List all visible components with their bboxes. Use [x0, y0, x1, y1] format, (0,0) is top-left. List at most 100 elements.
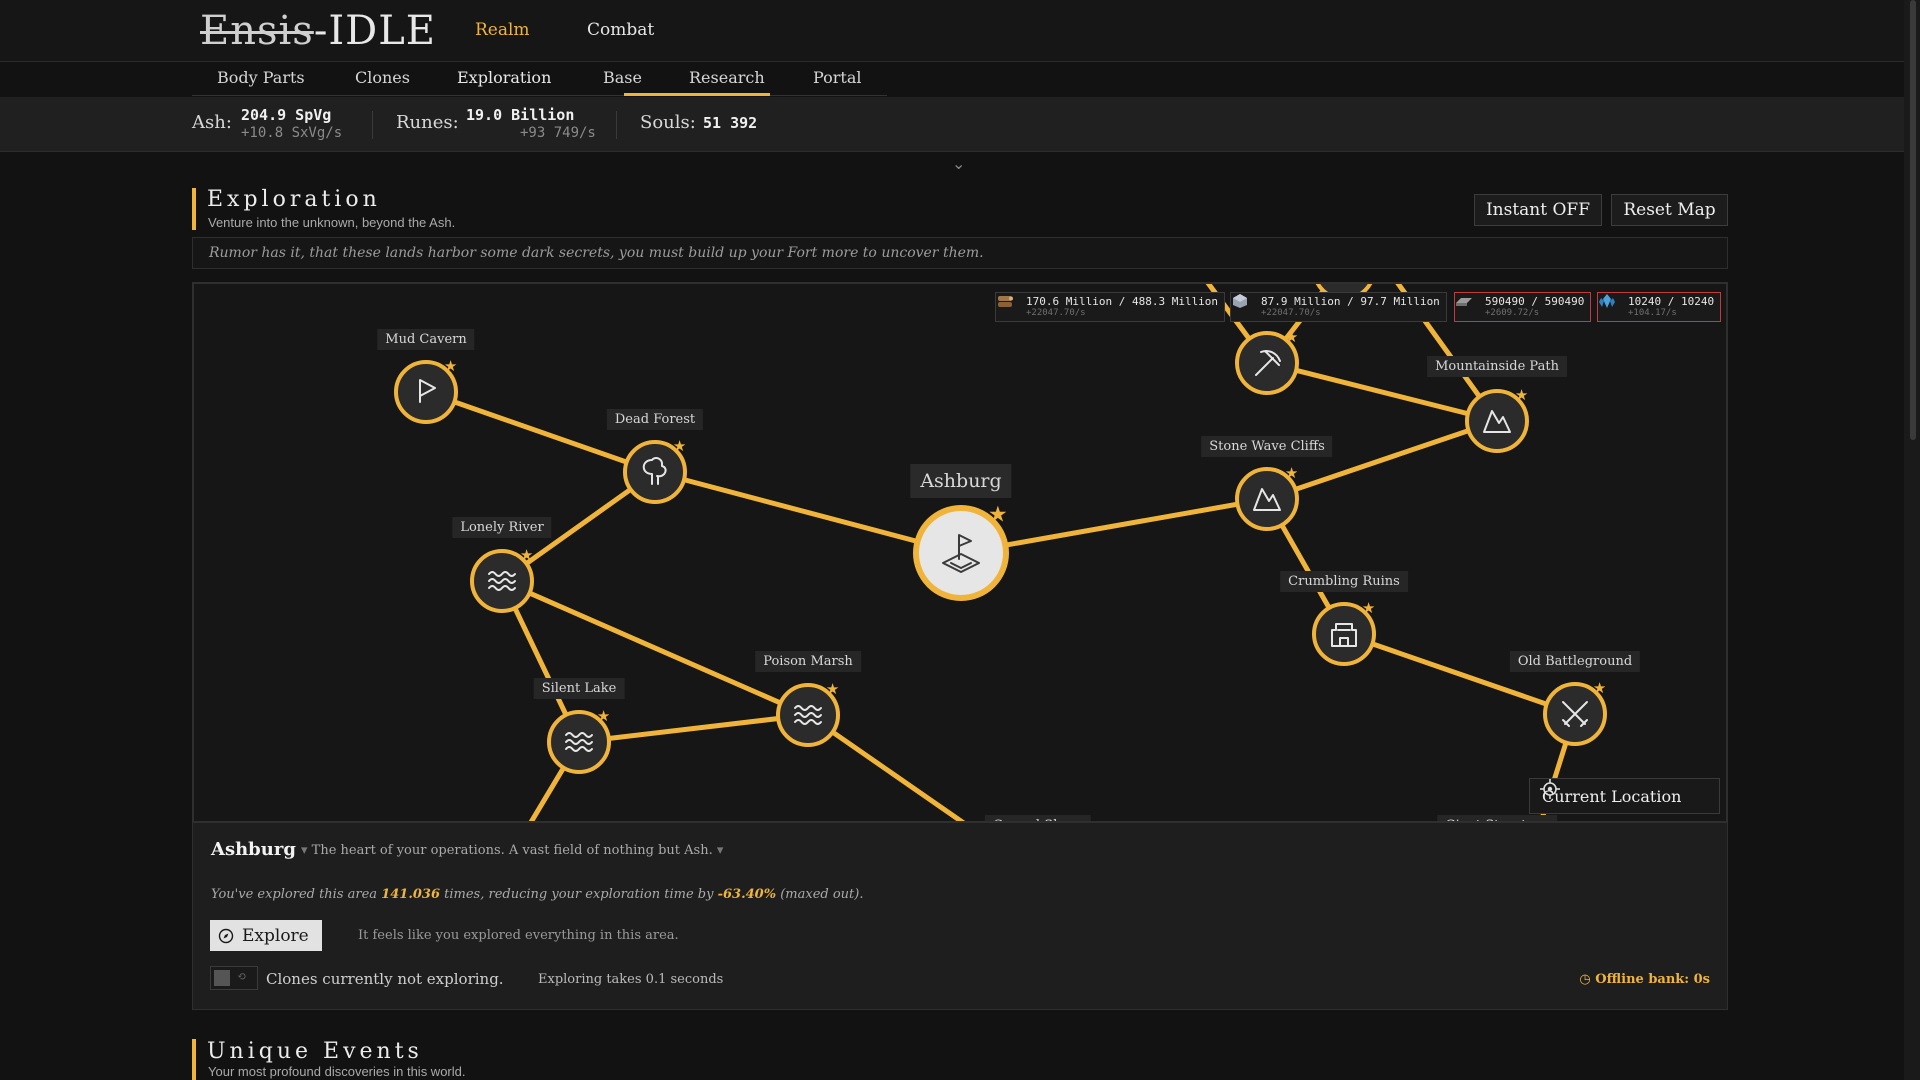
map-node-lake[interactable]: ★ — [547, 707, 611, 774]
toggle-knob — [214, 970, 230, 986]
tab-research[interactable]: Research — [687, 68, 767, 87]
clones-status: Clones currently not exploring. — [266, 970, 504, 988]
label-mud-cavern: Mud Cavern — [377, 329, 475, 350]
runes-value: 19.0 Billion — [466, 106, 575, 124]
ash-value: 204.9 SpVg — [241, 106, 332, 124]
stone-value: 87.9 Million / 97.7 Million — [1261, 295, 1440, 308]
ash-rate: +10.8 SxVg/s — [241, 125, 343, 141]
caret-down-icon: ▾ — [301, 843, 312, 858]
clone-explore-toggle[interactable]: ⟲ — [210, 966, 258, 990]
map-path — [1264, 418, 1500, 502]
explored-count: 141.036 — [381, 887, 441, 902]
app-logo[interactable]: Ensis-IDLE — [200, 8, 436, 54]
caret-down-icon: ▾ — [712, 843, 724, 858]
tab-base[interactable]: Base — [601, 68, 644, 87]
map-node-forest[interactable]: ★ — [623, 437, 687, 504]
runes-label: Runes: — [396, 112, 459, 133]
label-mountainside-path: Mountainside Path — [1427, 356, 1567, 377]
offline-bank[interactable]: ◷ Offline bank: 0s — [1579, 972, 1710, 987]
ash-label: Ash: — [192, 112, 232, 133]
resource-bar: Ash: 204.9 SpVg +10.8 SxVg/s Runes: 19.0… — [0, 97, 1904, 152]
star-icon: ★ — [673, 437, 686, 455]
stone-icon — [1233, 294, 1247, 308]
metal-icon — [1456, 298, 1472, 306]
runes-rate: +93 749/s — [520, 125, 596, 141]
map-path — [1341, 631, 1578, 717]
star-icon: ★ — [1362, 599, 1375, 617]
current-location-label: Current Location — [1542, 786, 1682, 806]
map-node-ash[interactable]: ★ — [913, 503, 1009, 601]
metal-value: 590490 / 590490 — [1485, 295, 1585, 308]
exploration-title: Exploration — [207, 187, 381, 212]
tab-portal[interactable]: Portal — [811, 68, 863, 87]
souls-value: 51 392 — [703, 114, 758, 132]
time-reduction: -63.40% — [717, 887, 777, 902]
crystal-rate: +104.17/s — [1628, 308, 1677, 318]
star-icon: ★ — [1515, 386, 1528, 404]
star-icon: ★ — [1593, 679, 1606, 697]
scrollbar-thumb[interactable] — [1910, 0, 1916, 440]
stone-resource-chip: 87.9 Million / 97.7 Million +22047.70/s — [1230, 292, 1447, 322]
map-node-mud[interactable]: ★ — [394, 357, 458, 424]
star-icon: ★ — [1285, 464, 1298, 482]
divider — [616, 111, 617, 139]
map-path — [423, 389, 658, 475]
chevron-down-icon[interactable]: ⌄ — [952, 154, 965, 173]
star-icon: ★ — [988, 503, 1008, 528]
label-cursed-shore: Cursed Shore — [984, 815, 1092, 821]
label-crumbling-ruins: Crumbling Ruins — [1280, 571, 1408, 592]
stone-rate: +22047.70/s — [1261, 308, 1321, 318]
crosshair-icon — [1540, 779, 1560, 799]
active-tab-indicator — [624, 93, 770, 96]
exploration-map[interactable]: ★ ★ ★ ★ ★ ★ ★ ★ ★ ★ ★ Mud Cavern Dead Forest Lonel… — [192, 282, 1728, 823]
label-lonely-river: Lonely River — [452, 517, 552, 538]
label-silent-lake: Silent Lake — [533, 678, 625, 699]
section-accent — [192, 1039, 196, 1080]
map-node-battle[interactable]: ★ — [1543, 679, 1607, 746]
location-name: Ashburg — [211, 839, 296, 860]
label-ashburg: Ashburg — [910, 464, 1012, 498]
map-node-ruins[interactable]: ★ — [1312, 599, 1376, 666]
top-bar: Ensis-IDLE Realm Combat — [0, 0, 1904, 62]
rumor-text: Rumor has it, that these lands harbor so… — [192, 237, 1728, 269]
star-icon: ★ — [826, 680, 839, 698]
logo-text: IDLE — [328, 8, 436, 54]
mode-realm[interactable]: Realm — [475, 20, 530, 40]
crystal-icon — [1599, 294, 1615, 308]
metal-resource-chip: 590490 / 590490 +2609.72/s — [1454, 292, 1592, 322]
crystal-resource-chip: 10240 / 10240 +104.17/s — [1597, 292, 1722, 322]
star-icon: ★ — [597, 707, 610, 725]
label-dead-forest: Dead Forest — [606, 409, 704, 430]
divider — [372, 111, 373, 139]
clock-icon: ◷ — [1579, 972, 1596, 987]
metal-rate: +2609.72/s — [1485, 308, 1540, 318]
map-node-cliffs[interactable]: ★ — [1235, 464, 1299, 531]
logo-strike-text: Ensis — [200, 8, 314, 54]
current-location-button[interactable]: Current Location — [1529, 778, 1720, 814]
repeat-icon: ⟲ — [237, 970, 247, 983]
map-path — [576, 712, 811, 745]
label-giant-structure: Giant Structure — [1437, 815, 1557, 821]
stats-text: times, reducing your exploration time by — [444, 887, 714, 902]
tab-clones[interactable]: Clones — [353, 68, 412, 87]
reset-map-button[interactable]: Reset Map — [1611, 194, 1728, 226]
mode-combat[interactable]: Combat — [587, 20, 654, 40]
instant-toggle-button[interactable]: Instant OFF — [1474, 194, 1602, 226]
star-icon: ★ — [1285, 328, 1298, 346]
tab-body-parts[interactable]: Body Parts — [215, 68, 307, 87]
explore-button[interactable]: Explore — [210, 920, 322, 951]
location-description: ▾ The heart of your operations. A vast f… — [301, 843, 723, 858]
explore-label: Explore — [242, 925, 309, 946]
exploration-time: Exploring takes 0.1 seconds — [538, 972, 724, 987]
star-icon: ★ — [520, 546, 533, 564]
map-node-marsh[interactable]: ★ — [776, 680, 840, 747]
map-node-river[interactable]: ★ — [470, 546, 534, 613]
compass-icon — [218, 928, 234, 943]
exploration-stats: You've explored this area 141.036 times,… — [211, 887, 863, 902]
tab-exploration[interactable]: Exploration — [455, 68, 553, 87]
souls-label: Souls: — [640, 112, 696, 133]
label-old-battleground: Old Battleground — [1509, 651, 1641, 672]
wood-rate: +22047.70/s — [1026, 308, 1086, 318]
offline-bank-text: Offline bank: 0s — [1595, 972, 1710, 987]
label-poison-marsh: Poison Marsh — [755, 651, 861, 672]
